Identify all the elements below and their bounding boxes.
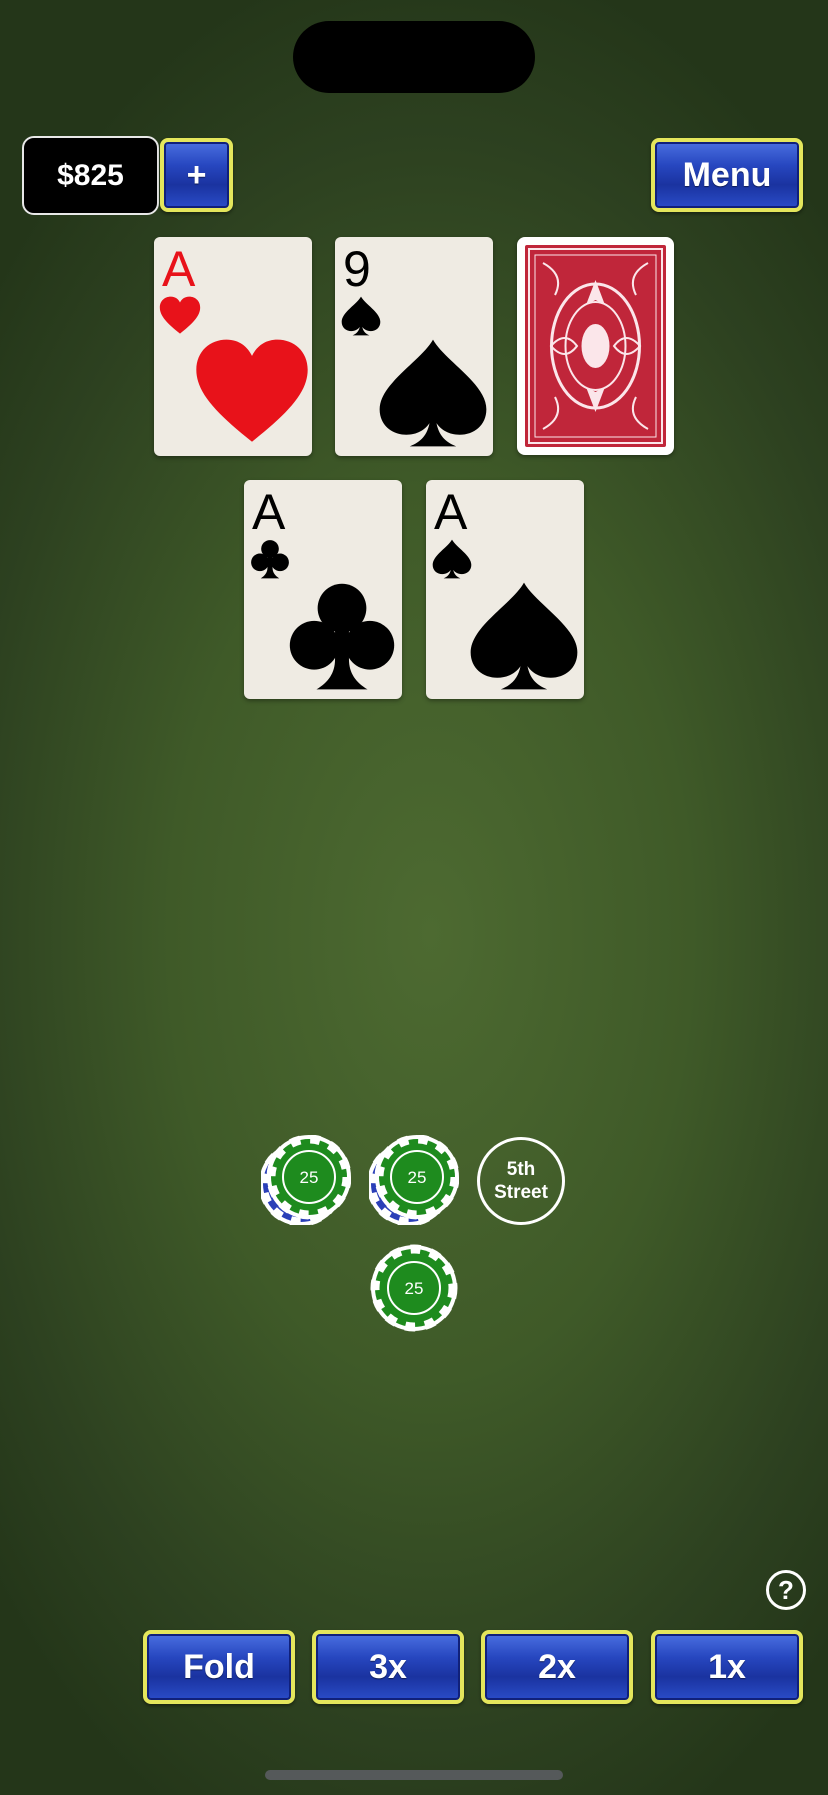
- bet-2x-button[interactable]: 2x: [481, 1630, 633, 1704]
- bet-chip-stack[interactable]: 25: [261, 1135, 351, 1225]
- help-button[interactable]: ?: [766, 1570, 806, 1610]
- bet-1x-label: 1x: [708, 1647, 746, 1686]
- bet-3x-button[interactable]: 3x: [312, 1630, 464, 1704]
- chip-value: 25: [408, 1168, 427, 1187]
- marker-line1: 5th: [506, 1159, 536, 1180]
- card-rank: A: [434, 484, 468, 540]
- card-back-ornament-icon: [528, 248, 663, 444]
- heart-icon: [159, 295, 201, 337]
- add-funds-label: +: [186, 155, 207, 194]
- club-icon: [284, 578, 400, 694]
- spade-icon: [375, 335, 491, 451]
- bet-chip[interactable]: 25: [369, 1243, 459, 1333]
- bet-2x-label: 2x: [538, 1647, 576, 1686]
- dealer-card-ace-hearts: A: [154, 237, 312, 456]
- balance-value: $825: [57, 158, 124, 192]
- fifth-street-bet-spot[interactable]: 5th Street: [477, 1137, 565, 1225]
- club-icon: [249, 538, 291, 580]
- menu-label: Menu: [682, 155, 772, 194]
- card-back-pattern: [525, 245, 666, 447]
- chip-value: 25: [300, 1168, 319, 1187]
- player-card-ace-clubs: A: [244, 480, 402, 699]
- dynamic-island: [293, 21, 535, 93]
- bet-1x-button[interactable]: 1x: [651, 1630, 803, 1704]
- spade-icon: [340, 295, 382, 337]
- player-card-ace-spades: A: [426, 480, 584, 699]
- marker-line2: Street: [494, 1182, 548, 1203]
- heart-icon: [194, 335, 310, 451]
- dealer-card-face-down: [517, 237, 674, 455]
- spade-icon: [466, 578, 582, 694]
- menu-button[interactable]: Menu: [651, 138, 803, 212]
- bet-chip-stack[interactable]: 25: [369, 1135, 459, 1225]
- card-rank: 9: [343, 241, 371, 297]
- add-funds-button[interactable]: +: [160, 138, 233, 212]
- fold-button[interactable]: Fold: [143, 1630, 295, 1704]
- dealer-card-nine-spades: 9: [335, 237, 493, 456]
- fold-label: Fold: [183, 1647, 255, 1686]
- help-label: ?: [778, 1574, 794, 1605]
- spade-icon: [431, 538, 473, 580]
- chip-value: 25: [405, 1279, 424, 1298]
- home-indicator[interactable]: [265, 1770, 563, 1780]
- card-rank: A: [252, 484, 286, 540]
- bet-3x-label: 3x: [369, 1647, 407, 1686]
- balance-display: $825: [22, 136, 159, 215]
- card-rank: A: [162, 241, 196, 297]
